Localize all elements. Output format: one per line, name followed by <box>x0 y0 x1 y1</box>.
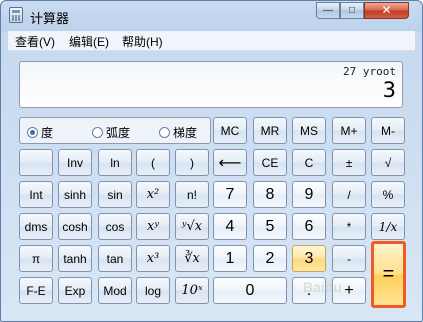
title-bar: 计算器 — □ ✕ <box>1 1 422 31</box>
digit-5-button[interactable]: 5 <box>253 213 287 240</box>
digit-1-button[interactable]: 1 <box>213 245 247 272</box>
reciprocal-button[interactable]: 1/x <box>371 213 405 240</box>
radio-gradians[interactable]: 梯度 <box>159 124 197 141</box>
square-root-button[interactable]: √ <box>371 149 405 176</box>
blank-button[interactable] <box>19 149 53 176</box>
expression-text: 27 yroot <box>343 65 396 78</box>
subtract-button[interactable]: - <box>332 245 366 272</box>
calculator-icon <box>9 7 23 23</box>
radio-radians-label: 弧度 <box>106 126 131 140</box>
radio-degrees[interactable]: 度 <box>27 124 53 141</box>
radio-gradians-label: 梯度 <box>173 126 198 140</box>
open-paren-button[interactable]: ( <box>136 149 170 176</box>
square-button[interactable]: x² <box>136 181 170 208</box>
mod-button[interactable]: Mod <box>98 277 132 304</box>
minimize-button[interactable]: — <box>316 2 340 19</box>
digit-9-button[interactable]: 9 <box>292 181 326 208</box>
digit-0-button[interactable]: 0 <box>213 277 287 304</box>
radio-selected-icon <box>27 127 38 138</box>
equals-button[interactable]: = <box>371 241 406 308</box>
maximize-button[interactable]: □ <box>340 2 364 19</box>
digit-3-button[interactable]: 3 <box>292 245 326 272</box>
display-panel: 27 yroot 3 <box>19 61 403 108</box>
radio-icon <box>159 127 170 138</box>
percent-button[interactable]: % <box>371 181 405 208</box>
digit-7-button[interactable]: 7 <box>213 181 247 208</box>
exp-button[interactable]: Exp <box>58 277 92 304</box>
cos-button[interactable]: cos <box>98 213 132 240</box>
ce-button[interactable]: CE <box>253 149 287 176</box>
angle-mode-group: 度 弧度 梯度 <box>19 117 211 144</box>
mc-button[interactable]: MC <box>213 117 247 144</box>
watermark-text: Baidu <box>303 279 342 295</box>
inv-button[interactable]: Inv <box>58 149 92 176</box>
radio-degrees-label: 度 <box>41 126 54 140</box>
radio-icon <box>92 127 103 138</box>
digit-6-button[interactable]: 6 <box>292 213 326 240</box>
sinh-button[interactable]: sinh <box>58 181 92 208</box>
pi-button[interactable]: π <box>19 245 53 272</box>
menu-view[interactable]: 查看(V) <box>15 33 55 50</box>
menu-bar: 查看(V) 编辑(E) 帮助(H) <box>8 31 415 51</box>
multiply-button[interactable]: * <box>332 213 366 240</box>
radio-radians[interactable]: 弧度 <box>92 124 130 141</box>
tan-button[interactable]: tan <box>98 245 132 272</box>
cube-root-button[interactable]: ∛x <box>175 245 209 272</box>
window-title: 计算器 <box>30 11 70 26</box>
ms-button[interactable]: MS <box>292 117 326 144</box>
digit-4-button[interactable]: 4 <box>213 213 247 240</box>
cube-button[interactable]: x³ <box>136 245 170 272</box>
power-button[interactable]: xʸ <box>136 213 170 240</box>
factorial-button[interactable]: n! <box>175 181 209 208</box>
menu-edit[interactable]: 编辑(E) <box>69 33 109 50</box>
c-button[interactable]: C <box>292 149 326 176</box>
dms-button[interactable]: dms <box>19 213 53 240</box>
close-paren-button[interactable]: ) <box>175 149 209 176</box>
tanh-button[interactable]: tanh <box>58 245 92 272</box>
divide-button[interactable]: / <box>332 181 366 208</box>
m-minus-button[interactable]: M- <box>371 117 405 144</box>
f-e-button[interactable]: F-E <box>19 277 53 304</box>
backspace-button[interactable]: ⟵ <box>213 149 247 176</box>
result-value: 3 <box>382 78 396 102</box>
sin-button[interactable]: sin <box>98 181 132 208</box>
digit-8-button[interactable]: 8 <box>253 181 287 208</box>
y-root-button[interactable]: ʸ√x <box>175 213 209 240</box>
log-button[interactable]: log <box>136 277 170 304</box>
ln-button[interactable]: ln <box>98 149 132 176</box>
menu-help[interactable]: 帮助(H) <box>122 33 163 50</box>
close-button[interactable]: ✕ <box>364 2 409 19</box>
calculator-window: 计算器 — □ ✕ 查看(V) 编辑(E) 帮助(H) 27 yroot 3 度… <box>0 0 423 322</box>
digit-2-button[interactable]: 2 <box>253 245 287 272</box>
m-plus-button[interactable]: M+ <box>332 117 366 144</box>
mr-button[interactable]: MR <box>253 117 287 144</box>
plus-minus-button[interactable]: ± <box>332 149 366 176</box>
cosh-button[interactable]: cosh <box>58 213 92 240</box>
int-button[interactable]: Int <box>19 181 53 208</box>
ten-power-button[interactable]: 10ˣ <box>175 277 209 304</box>
